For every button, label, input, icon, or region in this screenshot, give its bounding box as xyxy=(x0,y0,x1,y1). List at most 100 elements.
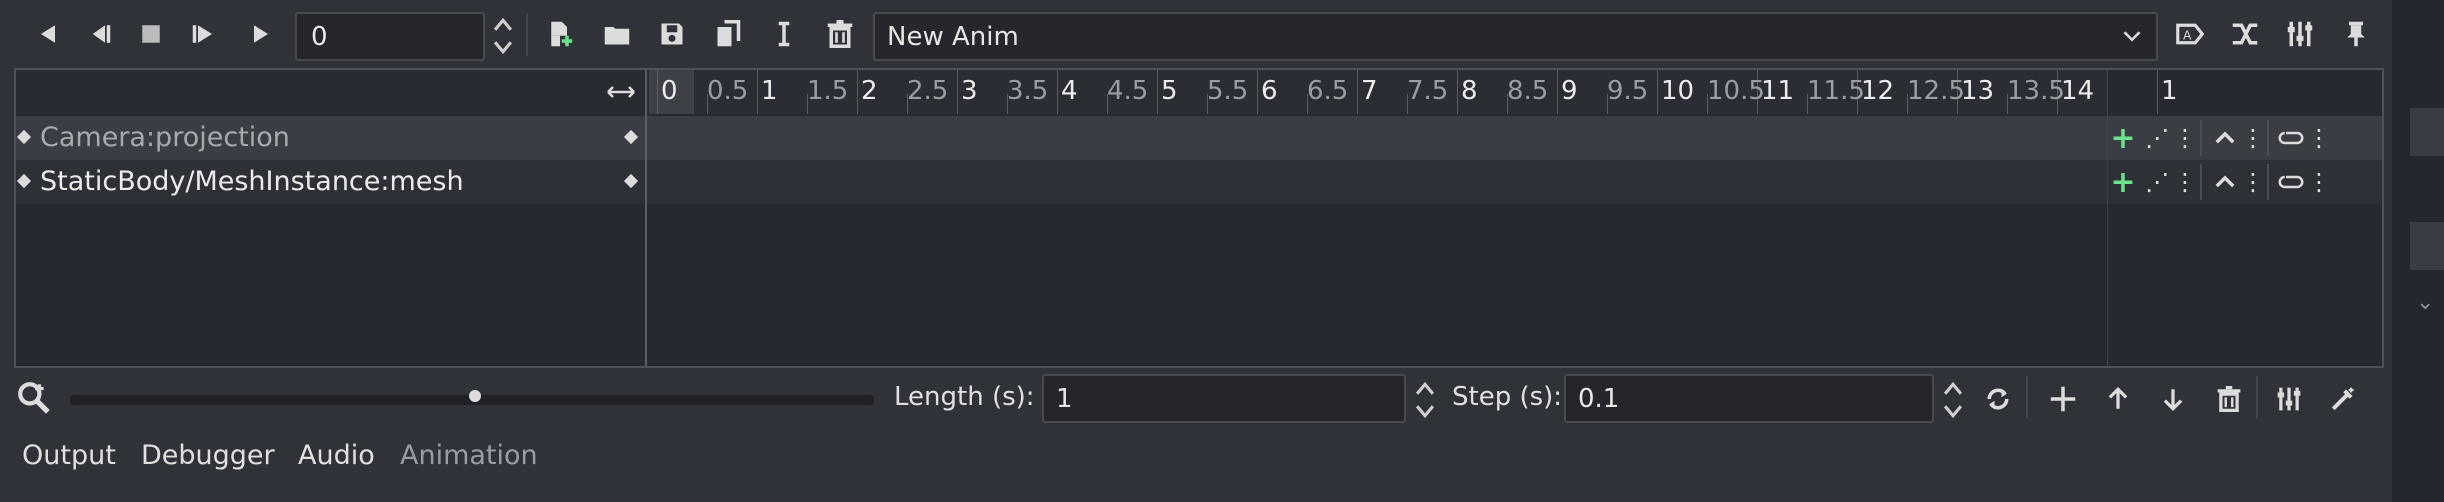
load-animation-icon[interactable] xyxy=(597,14,637,54)
ruler-tick xyxy=(1657,70,1658,114)
more-vertical-icon[interactable]: ⋮ xyxy=(2173,120,2197,156)
ruler-label: 5.5 xyxy=(1207,76,1249,106)
ruler-label: 5 xyxy=(1161,76,1178,106)
more-vertical-icon[interactable]: ⋮ xyxy=(2307,120,2331,156)
play-icon[interactable] xyxy=(241,14,281,54)
update-mode-icon[interactable] xyxy=(2205,120,2245,156)
ruler-tick xyxy=(1357,70,1358,114)
insert-key-icon[interactable]: + xyxy=(2110,164,2136,200)
ruler-label: 11.5 xyxy=(1807,76,1865,106)
loop-wrap-icon[interactable] xyxy=(2271,164,2311,200)
ruler-label: 2.5 xyxy=(907,76,949,106)
ruler-label: 10.5 xyxy=(1707,76,1765,106)
ruler-label: 2 xyxy=(861,76,878,106)
bottom-separator xyxy=(2026,376,2028,418)
track-name-column xyxy=(16,70,647,366)
ruler-label: 4 xyxy=(1061,76,1078,106)
more-vertical-icon[interactable]: ⋮ xyxy=(2241,120,2265,156)
tab-animation[interactable]: Animation xyxy=(400,440,538,471)
delete-animation-icon[interactable] xyxy=(820,14,860,54)
save-animation-icon[interactable] xyxy=(652,14,692,54)
animation-toolbar: 0 New Anim A xyxy=(0,0,2392,70)
frame-value: 0 xyxy=(311,22,328,52)
duplicate-animation-icon[interactable] xyxy=(708,14,748,54)
timeline-ruler[interactable]: 0 1 2 3 4 5 6 7 8 9 10 11 12 13 14 1 0.5 1.5 2.5 3.5 4.5 5.5 6… xyxy=(647,70,2178,114)
pin-icon[interactable] xyxy=(2336,14,2376,54)
track-editor: 0 1 2 3 4 5 6 7 8 9 10 11 12 13 14 1 0.5 1.5 2.5 3.5 4.5 5.5 6… xyxy=(14,68,2384,368)
length-label: Length (s): xyxy=(894,382,1035,412)
ruler-label: 6.5 xyxy=(1307,76,1349,106)
track-tools-icon[interactable] xyxy=(2270,380,2308,418)
step-field[interactable]: 0.1 xyxy=(1564,374,1934,423)
step-spin-arrows-icon[interactable] xyxy=(1940,378,1966,422)
animation-loop-icon[interactable] xyxy=(1979,380,2017,418)
ruler-label: 11 xyxy=(1761,76,1795,106)
row-separator xyxy=(2200,164,2202,200)
tab-debugger[interactable]: Debugger xyxy=(141,440,275,471)
svg-text:A: A xyxy=(2183,28,2192,42)
ruler-label: 6 xyxy=(1261,76,1278,106)
animation-bottom-bar: Length (s): 1 Step (s): 0.1 xyxy=(14,370,2384,430)
step-label: Step (s): xyxy=(1452,382,1563,412)
move-track-up-icon[interactable] xyxy=(2099,380,2137,418)
ruler-label: 3 xyxy=(961,76,978,106)
more-vertical-icon[interactable]: ⋮ xyxy=(2241,164,2265,200)
play-from-start-icon[interactable] xyxy=(185,14,225,54)
animation-select[interactable]: New Anim xyxy=(873,12,2158,61)
stop-icon[interactable] xyxy=(131,14,171,54)
tab-output[interactable]: Output xyxy=(22,440,116,471)
new-animation-icon[interactable] xyxy=(540,14,580,54)
zoom-icon xyxy=(18,382,50,414)
insert-key-icon[interactable]: + xyxy=(2110,120,2136,156)
frame-spin-arrows-icon[interactable] xyxy=(490,14,516,58)
ruler-label: 8 xyxy=(1461,76,1478,106)
ruler-label: 12 xyxy=(1861,76,1895,106)
zoom-slider-grabber[interactable] xyxy=(469,390,481,402)
bottom-separator xyxy=(2256,376,2258,418)
step-value: 0.1 xyxy=(1578,384,1620,414)
chevron-down-icon[interactable]: ⌄ xyxy=(2416,290,2434,315)
length-field[interactable]: 1 xyxy=(1042,374,1406,423)
ruler-label: 3.5 xyxy=(1007,76,1049,106)
loop-wrap-icon[interactable] xyxy=(2271,120,2311,156)
ruler-label: 13 xyxy=(1961,76,1995,106)
ruler-label: 0 xyxy=(661,76,678,106)
frame-spinbox[interactable]: 0 xyxy=(295,12,485,61)
ruler-label: 7.5 xyxy=(1407,76,1449,106)
track-tools-divider xyxy=(2107,70,2108,366)
chevron-down-icon xyxy=(2123,31,2141,42)
interpolation-mode-icon[interactable]: ⋰ xyxy=(2137,164,2177,200)
side-panel-tab[interactable] xyxy=(2410,222,2444,270)
ruler-label: 1 xyxy=(761,76,778,106)
ruler-tick xyxy=(1157,70,1158,114)
ruler-label: 1 xyxy=(2161,76,2178,106)
ruler-tick xyxy=(1257,70,1258,114)
ruler-tick xyxy=(857,70,858,114)
more-vertical-icon[interactable]: ⋮ xyxy=(2307,164,2331,200)
ruler-label: 7 xyxy=(1361,76,1378,106)
move-track-down-icon[interactable] xyxy=(2154,380,2192,418)
right-side-panel-edge: ⌄ xyxy=(2392,0,2444,502)
animation-settings-icon[interactable] xyxy=(2280,14,2320,54)
add-track-icon[interactable] xyxy=(2044,380,2082,418)
side-panel-tab[interactable] xyxy=(2410,108,2444,156)
play-backwards-from-end-icon[interactable] xyxy=(78,14,118,54)
toolbar-separator xyxy=(526,14,528,56)
row-separator xyxy=(2267,164,2269,200)
length-spin-arrows-icon[interactable] xyxy=(1412,378,1438,422)
autoplay-on-load-icon[interactable]: A xyxy=(2170,14,2210,54)
blend-times-icon[interactable] xyxy=(2225,14,2265,54)
interpolation-mode-icon[interactable]: ⋰ xyxy=(2137,120,2177,156)
delete-track-icon[interactable] xyxy=(2210,380,2248,418)
track-tools: + ⋰ ⋮ ⋮ ⋮ xyxy=(2107,160,2382,204)
ruler-tick xyxy=(657,70,658,114)
length-value: 1 xyxy=(1056,384,1073,414)
row-separator xyxy=(2200,120,2202,156)
animation-panel: 0 New Anim A 0 1 2 3 4 5 6 7 8 9 10 11 1… xyxy=(0,0,2392,502)
more-vertical-icon[interactable]: ⋮ xyxy=(2173,164,2197,200)
update-mode-icon[interactable] xyxy=(2205,164,2245,200)
tab-audio[interactable]: Audio xyxy=(298,440,375,471)
play-backwards-icon[interactable] xyxy=(28,14,68,54)
edit-tools-icon[interactable] xyxy=(2324,380,2362,418)
rename-animation-icon[interactable] xyxy=(764,14,804,54)
